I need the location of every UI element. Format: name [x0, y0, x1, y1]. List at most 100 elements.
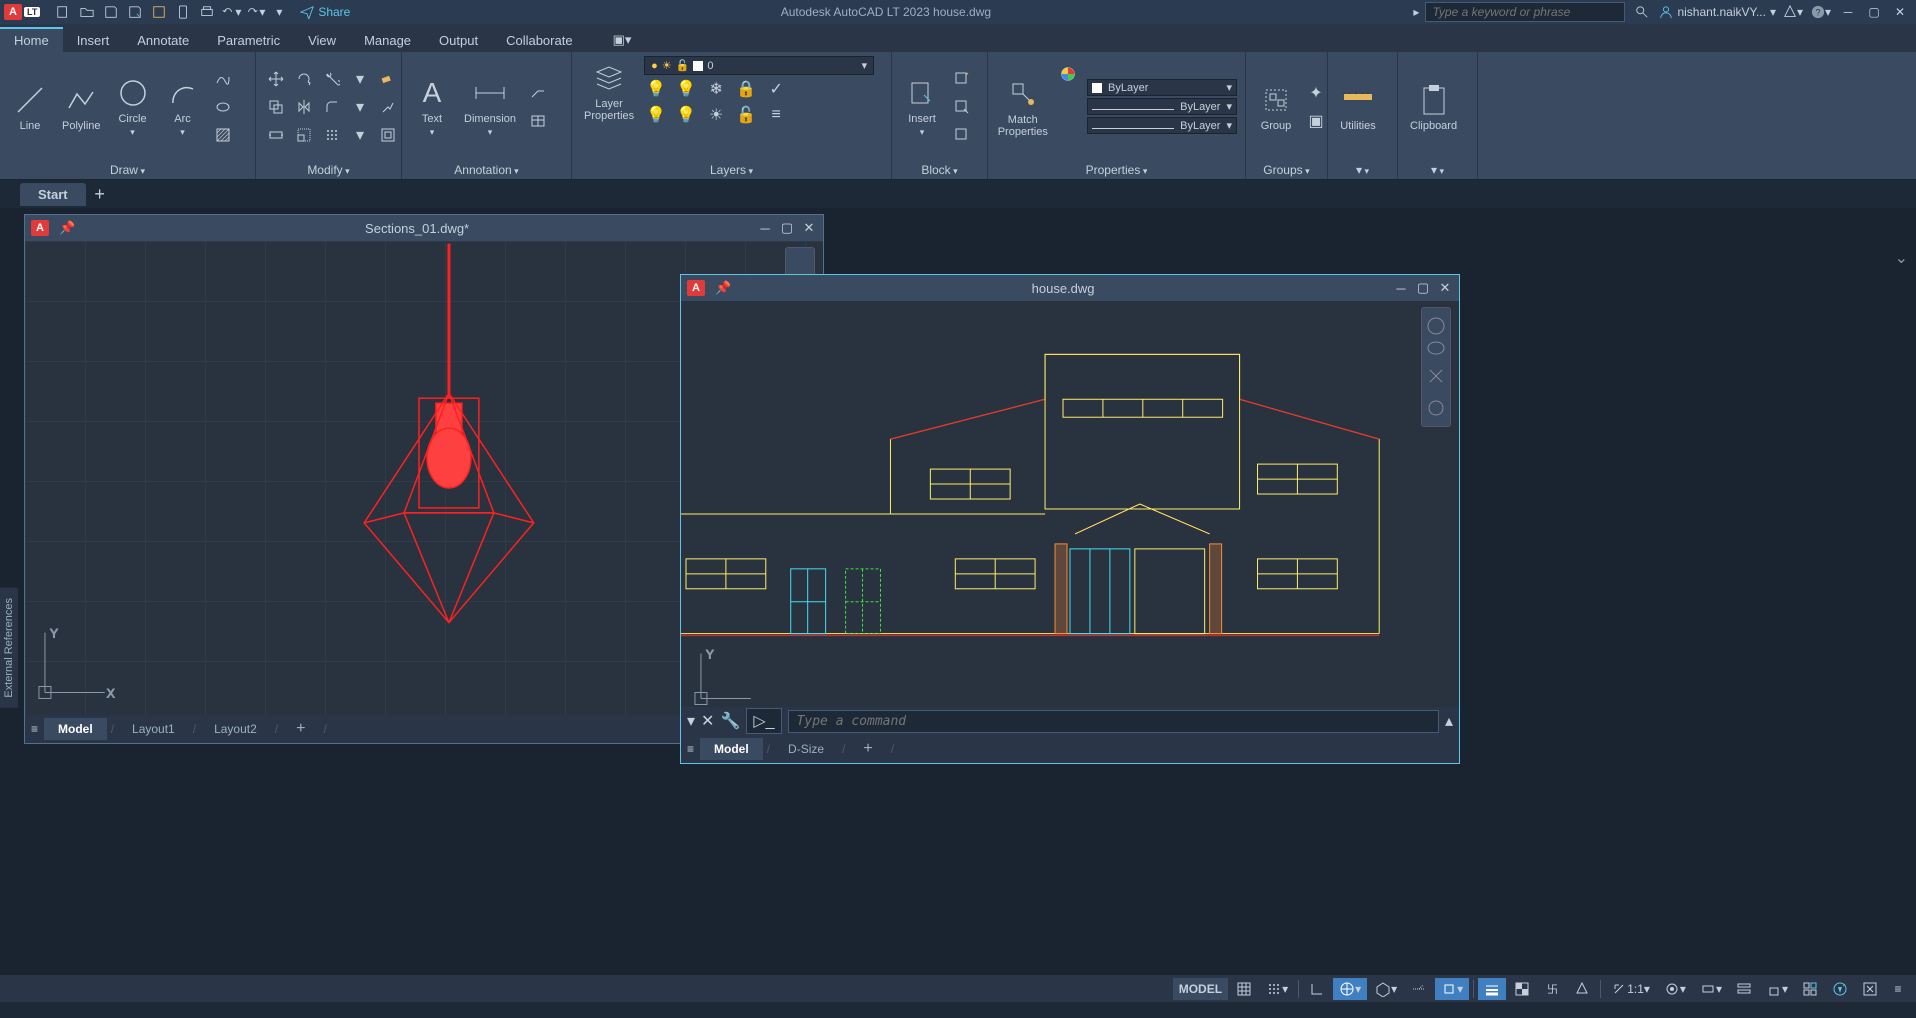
autodesk-app-icon[interactable]: ▾: [1782, 2, 1804, 22]
laymcur-icon[interactable]: ✓: [764, 77, 788, 101]
house-canvas[interactable]: Y: [681, 301, 1459, 707]
ortho-icon[interactable]: [1303, 978, 1331, 1000]
draw-panel-title[interactable]: Draw: [0, 161, 255, 179]
cleanscreen-icon[interactable]: [1856, 978, 1884, 1000]
customize-icon[interactable]: ≡: [1886, 978, 1910, 1000]
utilities-tool[interactable]: Utilities: [1336, 80, 1380, 134]
layfrz-icon[interactable]: ❄: [704, 77, 728, 101]
annotation-panel-title[interactable]: Annotation: [402, 161, 571, 179]
start-tab[interactable]: Start: [20, 183, 86, 206]
pin-icon[interactable]: 📌: [55, 220, 79, 236]
layiso-icon[interactable]: 💡: [674, 77, 698, 101]
otrack-icon[interactable]: [1405, 978, 1433, 1000]
cmd-history-icon[interactable]: ▾: [687, 711, 695, 731]
anno-scale-icon[interactable]: 1:1▾: [1605, 978, 1656, 1000]
selection-cycling-icon[interactable]: 卐: [1538, 978, 1566, 1000]
minimize-icon[interactable]: ─: [1391, 280, 1411, 296]
maximize-icon[interactable]: ▢: [1864, 4, 1884, 20]
qat-dropdown-icon[interactable]: ▾: [268, 2, 290, 22]
workspace-collapse-icon[interactable]: ⌄: [1895, 248, 1908, 268]
annomonitor-icon[interactable]: [1568, 978, 1596, 1000]
modify-panel-title[interactable]: Modify: [256, 161, 401, 179]
layon-icon[interactable]: 💡: [644, 103, 668, 127]
keyword-search-input[interactable]: [1425, 2, 1625, 22]
isolate-icon[interactable]: [1796, 978, 1824, 1000]
create-block-icon[interactable]: [950, 67, 974, 91]
layout2-tab[interactable]: Layout2: [200, 718, 271, 740]
add-layout-button[interactable]: +: [849, 736, 886, 762]
erase-icon[interactable]: [376, 67, 400, 91]
array-icon[interactable]: [320, 123, 344, 147]
hwaccel-icon[interactable]: [1826, 978, 1854, 1000]
stretch-icon[interactable]: [264, 123, 288, 147]
layers-panel-title[interactable]: Layers: [572, 161, 891, 179]
color-selector[interactable]: ByLayer▾: [1087, 79, 1237, 96]
qat-mobile-icon[interactable]: [172, 2, 194, 22]
cmd-expand-icon[interactable]: ▴: [1445, 711, 1453, 731]
explode-icon[interactable]: [376, 95, 400, 119]
line-tool[interactable]: Line: [8, 80, 52, 134]
tab-home[interactable]: Home: [0, 27, 63, 52]
ungroup-icon[interactable]: ✦: [1304, 81, 1328, 105]
tab-collaborate[interactable]: Collaborate: [492, 29, 587, 52]
properties-panel-title[interactable]: Properties: [988, 161, 1245, 179]
qat-saveas-icon[interactable]: [124, 2, 146, 22]
model-tab[interactable]: Model: [44, 718, 107, 740]
linetype-selector[interactable]: ByLayer▾: [1087, 117, 1237, 134]
lineweight-selector[interactable]: ByLayer▾: [1087, 98, 1237, 115]
color-wheel-icon[interactable]: [1056, 60, 1081, 88]
osnap-icon[interactable]: ▾: [1435, 978, 1469, 1000]
search-trigger-icon[interactable]: ▸: [1413, 5, 1419, 19]
scale-icon[interactable]: [292, 123, 316, 147]
polar-icon[interactable]: ▾: [1333, 978, 1367, 1000]
quickprops-icon[interactable]: [1730, 978, 1758, 1000]
command-input[interactable]: [788, 710, 1439, 733]
qat-web-icon[interactable]: [148, 2, 170, 22]
qat-undo-icon[interactable]: ▾: [220, 2, 242, 22]
layuniso-icon[interactable]: 💡: [674, 103, 698, 127]
utilities-panel-title[interactable]: ▾: [1328, 161, 1397, 179]
laythw-icon[interactable]: ☀: [704, 103, 728, 127]
add-layout-button[interactable]: +: [282, 716, 319, 742]
mirror-icon[interactable]: [292, 95, 316, 119]
match-properties-tool[interactable]: Match Properties: [996, 74, 1050, 140]
array-type-icon[interactable]: ▾: [348, 123, 372, 147]
tab-express-icon[interactable]: ▣▾: [607, 28, 638, 52]
leader-icon[interactable]: [526, 81, 550, 105]
hatch-icon[interactable]: [211, 123, 235, 147]
new-tab-button[interactable]: +: [88, 182, 112, 206]
minimize-icon[interactable]: ─: [1838, 4, 1858, 20]
tab-insert[interactable]: Insert: [63, 29, 124, 52]
tab-view[interactable]: View: [294, 29, 350, 52]
move-icon[interactable]: [264, 67, 288, 91]
user-menu[interactable]: nishant.naikVY...▾: [1659, 5, 1776, 19]
laylck-icon[interactable]: 🔒: [734, 77, 758, 101]
close-icon[interactable]: ✕: [1435, 280, 1455, 296]
minimize-icon[interactable]: ─: [755, 220, 775, 236]
share-button[interactable]: Share: [292, 5, 358, 19]
units-icon[interactable]: ▾: [1694, 978, 1728, 1000]
layer-selector[interactable]: ● ☀ 🔓 0 ▾: [644, 56, 874, 75]
layout1-tab[interactable]: Layout1: [118, 718, 189, 740]
qat-open-icon[interactable]: [76, 2, 98, 22]
qat-new-icon[interactable]: [52, 2, 74, 22]
chamfer-icon[interactable]: ▾: [348, 95, 372, 119]
grid-icon[interactable]: [1230, 978, 1258, 1000]
layer-properties-tool[interactable]: Layer Properties: [580, 58, 638, 124]
spline-icon[interactable]: [211, 67, 235, 91]
copy-icon[interactable]: [264, 95, 288, 119]
collapse-icon[interactable]: ≡: [681, 742, 700, 756]
block-panel-title[interactable]: Block: [892, 161, 987, 179]
group-edit-icon[interactable]: ▣: [1304, 109, 1328, 133]
group-tool[interactable]: Group: [1254, 80, 1298, 134]
search-icon[interactable]: [1631, 2, 1653, 22]
edit-block-icon[interactable]: [950, 95, 974, 119]
insert-block-tool[interactable]: Insert▾: [900, 73, 944, 140]
collapse-icon[interactable]: ≡: [25, 722, 44, 736]
model-tab[interactable]: Model: [700, 738, 763, 760]
clipboard-tool[interactable]: Clipboard: [1406, 80, 1461, 134]
fillet-icon[interactable]: [320, 95, 344, 119]
laymch-icon[interactable]: ≡: [764, 103, 788, 127]
qat-save-icon[interactable]: [100, 2, 122, 22]
pin-icon[interactable]: 📌: [711, 280, 735, 296]
